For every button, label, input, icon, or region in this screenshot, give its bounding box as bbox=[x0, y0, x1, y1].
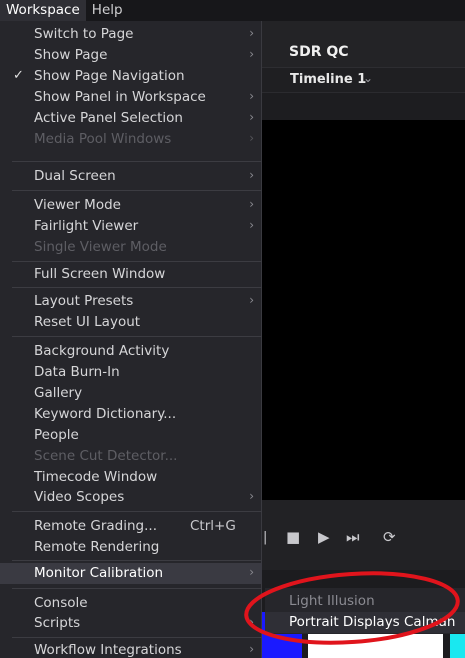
menu-item-label: Dual Screen bbox=[34, 168, 116, 184]
menu-item-label: Single Viewer Mode bbox=[34, 239, 167, 255]
menu-item-label: Background Activity bbox=[34, 343, 170, 359]
viewer bbox=[262, 120, 465, 500]
menu-item-viewer-mode[interactable]: Viewer Mode › bbox=[0, 195, 262, 216]
menu-item-gallery[interactable]: Gallery bbox=[0, 383, 262, 404]
menu-item-label: Remote Grading... bbox=[34, 518, 157, 534]
menu-item-label: People bbox=[34, 427, 79, 443]
chevron-down-icon[interactable]: ⌄ bbox=[363, 71, 373, 85]
menu-item-layout-presets[interactable]: Layout Presets › bbox=[0, 291, 262, 312]
menu-item-show-page[interactable]: Show Page › bbox=[0, 45, 262, 66]
stop-icon[interactable]: ■ bbox=[286, 528, 300, 546]
viewer-toolbar bbox=[262, 92, 465, 120]
menu-item-remote-rendering[interactable]: Remote Rendering bbox=[0, 537, 262, 558]
menu-item-label: Data Burn-In bbox=[34, 364, 120, 380]
chevron-right-icon: › bbox=[249, 197, 254, 211]
menu-item-label: Show Page Navigation bbox=[34, 68, 185, 84]
submenu-item-label: Portrait Displays Calman bbox=[289, 614, 456, 630]
menu-separator bbox=[12, 261, 262, 262]
chevron-right-icon: › bbox=[249, 89, 254, 103]
menu-item-switch-to-page[interactable]: Switch to Page › bbox=[0, 24, 262, 45]
menu-item-scripts[interactable]: Scripts › bbox=[0, 613, 262, 634]
menu-item-label: Show Page bbox=[34, 47, 108, 63]
submenu-item-portrait-displays-calman[interactable]: Portrait Displays Calman bbox=[265, 612, 465, 633]
menu-separator bbox=[12, 190, 262, 191]
loop-icon[interactable]: ⟳ bbox=[383, 528, 396, 546]
menu-item-console[interactable]: Console bbox=[0, 593, 262, 614]
chevron-right-icon: › bbox=[249, 110, 254, 124]
divider-icon: | bbox=[263, 530, 268, 545]
workspace-menu: Switch to Page › Show Page › ✓ Show Page… bbox=[0, 21, 262, 658]
menu-item-label: Scripts bbox=[34, 615, 81, 631]
menu-item-label: Remote Rendering bbox=[34, 539, 160, 555]
submenu-item-light-illusion[interactable]: Light Illusion bbox=[265, 591, 465, 612]
menu-separator bbox=[12, 336, 262, 337]
menu-item-label: Monitor Calibration bbox=[34, 565, 164, 581]
chevron-right-icon: › bbox=[249, 131, 254, 145]
menu-item-label: Active Panel Selection bbox=[34, 110, 183, 126]
menu-item-label: Keyword Dictionary... bbox=[34, 406, 177, 422]
menu-item-label: Console bbox=[34, 595, 88, 611]
menu-item-reset-ui-layout[interactable]: Reset UI Layout bbox=[0, 312, 262, 333]
chevron-right-icon: › bbox=[249, 26, 254, 40]
menu-item-timecode-window[interactable]: Timecode Window bbox=[0, 467, 262, 488]
chevron-right-icon: › bbox=[249, 565, 254, 579]
skip-forward-icon[interactable]: ⏭ bbox=[346, 528, 360, 546]
chevron-right-icon: › bbox=[249, 47, 254, 61]
menu-item-label: Gallery bbox=[34, 385, 83, 401]
menu-separator bbox=[12, 588, 262, 589]
menu-item-single-viewer-mode: Single Viewer Mode bbox=[0, 237, 262, 258]
menu-item-label: Timecode Window bbox=[34, 469, 158, 485]
menubar: Workspace Help bbox=[0, 0, 465, 21]
menu-item-people[interactable]: People bbox=[0, 425, 262, 446]
menu-separator bbox=[12, 287, 262, 288]
menu-item-show-panel-in-workspace[interactable]: Show Panel in Workspace › bbox=[0, 87, 262, 108]
checkmark-icon: ✓ bbox=[13, 68, 24, 83]
menu-item-label: Full Screen Window bbox=[34, 266, 166, 282]
menu-item-full-screen-window[interactable]: Full Screen Window bbox=[0, 264, 262, 285]
menu-item-remote-grading[interactable]: Remote Grading... Ctrl+G bbox=[0, 516, 262, 537]
timeline-selector[interactable]: Timeline 1 bbox=[290, 72, 366, 87]
menu-item-keyword-dictionary[interactable]: Keyword Dictionary... bbox=[0, 404, 262, 425]
menu-item-video-scopes[interactable]: Video Scopes › bbox=[0, 487, 262, 508]
menu-item-workflow-integrations[interactable]: Workflow Integrations › bbox=[0, 640, 262, 658]
menu-item-label: Reset UI Layout bbox=[34, 314, 141, 330]
menu-item-data-burn-in[interactable]: Data Burn-In bbox=[0, 362, 262, 383]
menu-item-media-pool-windows: Media Pool Windows › bbox=[0, 129, 262, 150]
menu-item-monitor-calibration[interactable]: Monitor Calibration › bbox=[0, 563, 262, 584]
chevron-right-icon: › bbox=[249, 218, 254, 232]
chevron-right-icon: › bbox=[249, 168, 254, 182]
menu-item-label: Viewer Mode bbox=[34, 197, 121, 213]
submenu-item-label: Light Illusion bbox=[289, 593, 375, 609]
chevron-right-icon: › bbox=[249, 489, 254, 503]
menu-item-show-page-navigation[interactable]: ✓ Show Page Navigation bbox=[0, 66, 262, 87]
menu-separator bbox=[12, 511, 262, 512]
menu-item-scene-cut-detector: Scene Cut Detector... bbox=[0, 446, 262, 467]
menu-item-label: Switch to Page bbox=[34, 26, 134, 42]
shortcut-label: Ctrl+G bbox=[190, 518, 236, 534]
menu-item-label: Show Panel in Workspace bbox=[34, 89, 206, 105]
menu-separator bbox=[12, 637, 262, 638]
menu-item-active-panel-selection[interactable]: Active Panel Selection › bbox=[0, 108, 262, 129]
menu-item-label: Media Pool Windows bbox=[34, 131, 172, 147]
page-title: SDR QC bbox=[289, 44, 349, 60]
menu-item-label: Video Scopes bbox=[34, 489, 125, 505]
menu-item-label: Scene Cut Detector... bbox=[34, 448, 178, 464]
menu-separator bbox=[12, 560, 262, 561]
menubar-workspace[interactable]: Workspace bbox=[0, 0, 86, 21]
menu-item-label: Fairlight Viewer bbox=[34, 218, 139, 234]
chevron-right-icon: › bbox=[249, 293, 254, 307]
menu-item-label: Workflow Integrations bbox=[34, 642, 182, 658]
monitor-calibration-submenu: Light Illusion Portrait Displays Calman bbox=[265, 588, 465, 634]
menu-separator bbox=[12, 161, 262, 162]
play-icon[interactable]: ▶ bbox=[318, 528, 330, 546]
menu-item-background-activity[interactable]: Background Activity bbox=[0, 341, 262, 362]
chevron-right-icon: › bbox=[249, 642, 254, 656]
chevron-right-icon: › bbox=[249, 615, 254, 629]
menubar-help[interactable]: Help bbox=[86, 0, 129, 21]
menu-item-fairlight-viewer[interactable]: Fairlight Viewer › bbox=[0, 216, 262, 237]
menu-item-dual-screen[interactable]: Dual Screen › bbox=[0, 166, 262, 187]
menu-item-label: Layout Presets bbox=[34, 293, 134, 309]
